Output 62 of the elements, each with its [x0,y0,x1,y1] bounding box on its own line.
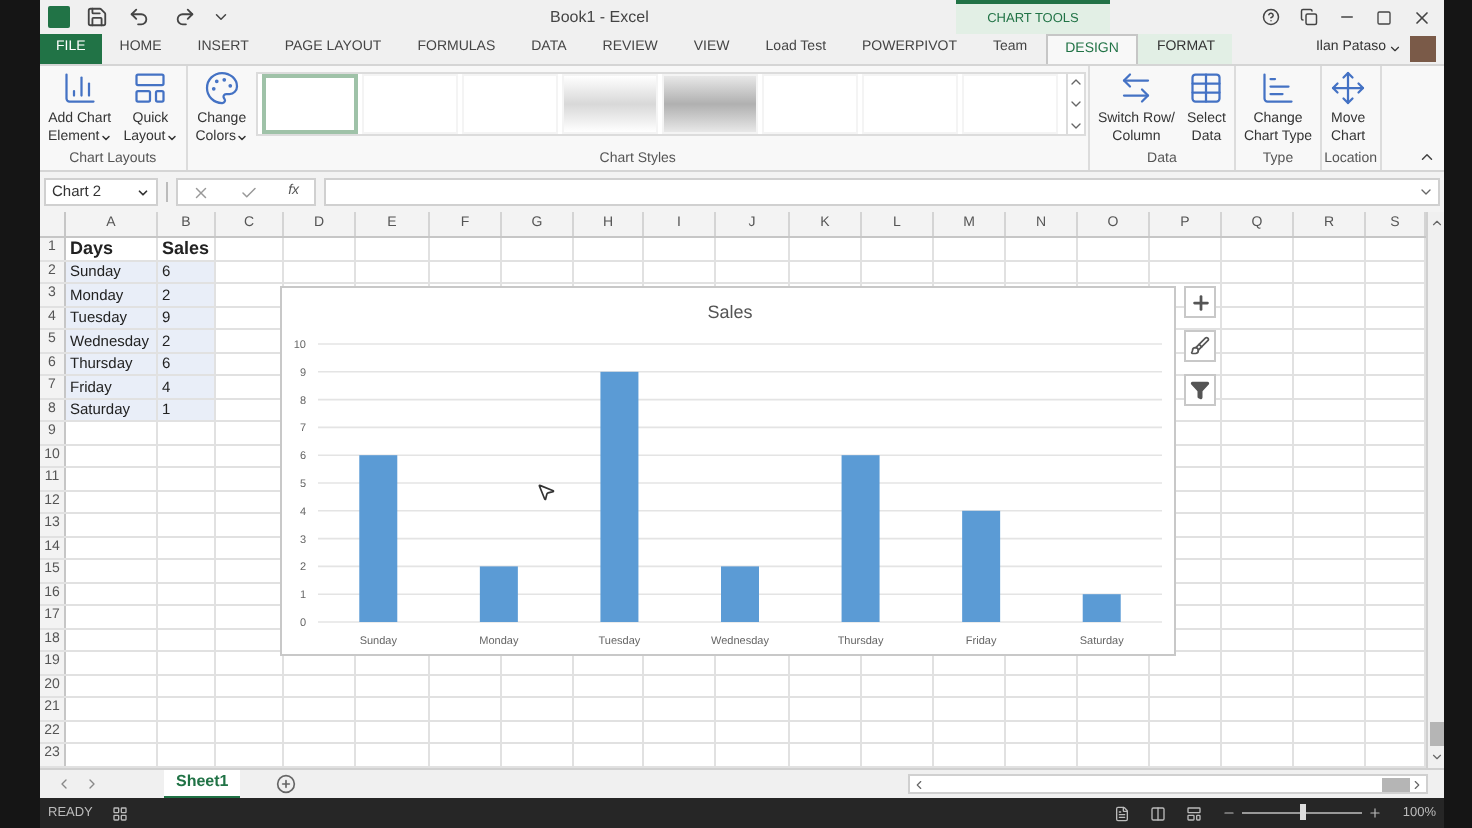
move-arrows-icon [1330,70,1367,106]
vertical-scrollbar[interactable] [1426,212,1444,768]
add-element-button[interactable] [1184,286,1216,318]
filter-button[interactable] [1184,374,1216,406]
scroll-up-icon[interactable] [1429,216,1443,230]
cancel-icon[interactable] [192,183,211,201]
avatar-icon [1410,36,1436,62]
column-title: Days [70,238,114,259]
save-icon[interactable] [86,6,108,28]
table-icon [1188,70,1225,106]
bar-chart-icon [61,70,98,106]
cursor-icon [536,482,556,502]
scroll-down-icon[interactable] [1067,96,1084,112]
page-break-icon[interactable] [1186,805,1203,821]
zoom-in-icon[interactable] [1368,806,1383,820]
macro-icon[interactable] [112,805,129,821]
filter-icon [1190,380,1210,400]
bar[interactable] [962,510,1001,622]
caret-icon [235,131,248,143]
scroll-left-icon[interactable] [912,777,926,791]
maximize-icon[interactable] [1376,9,1392,25]
window-title: Book1 - Excel [550,5,649,29]
slider-thumb[interactable] [1299,804,1306,820]
chart-style-thumbnail[interactable] [261,74,358,134]
scroll-up-icon[interactable] [1067,74,1084,90]
sheet-tab[interactable]: Sheet1 [164,769,241,799]
next-sheet-icon[interactable] [84,776,100,792]
scrollbar-thumb[interactable] [1382,777,1410,791]
scroll-down-icon[interactable] [1429,750,1443,764]
redo-icon[interactable] [174,6,196,28]
expand-icon[interactable] [1418,184,1434,200]
normal-view-icon[interactable] [1114,805,1131,821]
previous-sheet-icon[interactable] [56,776,72,792]
style-brush-button[interactable] [1184,330,1216,362]
plus-icon [1189,291,1211,313]
caret-icon[interactable] [1388,42,1402,56]
page-layout-icon[interactable] [1150,805,1167,821]
caret-icon[interactable] [136,185,150,199]
customize-icon[interactable] [212,8,230,26]
undo-icon[interactable] [128,6,150,28]
ribbon-display-icon[interactable] [1300,8,1318,26]
new-sheet-icon[interactable] [276,774,297,794]
caret-icon [165,131,178,143]
horizontal-scrollbar[interactable] [908,774,1428,794]
brush-icon [1190,336,1210,356]
chart-title: Sales [707,302,753,322]
scrollbar-thumb[interactable] [1429,722,1443,746]
help-icon[interactable] [1262,8,1280,26]
palette-icon [203,70,240,106]
collapse-ribbon-icon[interactable] [1418,148,1436,166]
zoom-out-icon[interactable] [1222,806,1237,820]
scroll-right-icon[interactable] [1410,777,1424,791]
layout-icon [132,70,169,106]
enter-icon[interactable] [240,183,259,201]
swap-arrows-icon [1118,70,1155,106]
caret-icon [99,131,112,143]
column-title: Sales [162,238,210,259]
close-icon[interactable] [1412,7,1432,27]
more-styles-icon[interactable] [1067,118,1084,134]
formula-input[interactable] [324,178,1440,206]
bar[interactable] [479,566,518,622]
bar-chart-icon [1260,70,1296,106]
